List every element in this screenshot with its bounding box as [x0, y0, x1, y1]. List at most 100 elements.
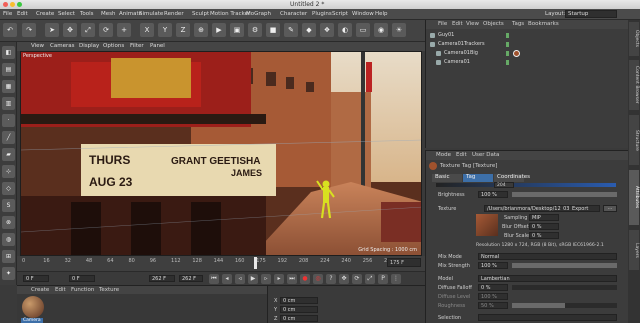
attribute-menu-edit[interactable]: Edit: [456, 152, 467, 158]
right-tab-structure[interactable]: Structure: [629, 115, 639, 165]
texture-preview[interactable]: [476, 214, 498, 236]
viewport[interactable]: THURS AUG 23 GRANT GEETISHA JAMES Perspe…: [20, 51, 422, 256]
close-window-button[interactable]: [3, 2, 8, 7]
visibility-dots-icon[interactable]: [506, 42, 509, 47]
viewport-menu-options[interactable]: Options: [103, 43, 124, 49]
start-frame-field[interactable]: 0 F: [23, 275, 49, 282]
minimize-window-button[interactable]: [10, 2, 15, 7]
menu-file[interactable]: File: [3, 11, 12, 17]
right-tab-layers[interactable]: Layers: [629, 230, 639, 270]
object-name[interactable]: Guy01: [438, 32, 454, 38]
z-axis-icon[interactable]: Z: [176, 23, 190, 37]
zoom-window-button[interactable]: [17, 2, 22, 7]
attribute-menu-mode[interactable]: Mode: [436, 152, 451, 158]
tab-basic[interactable]: Basic: [432, 174, 462, 182]
frame-slider-value[interactable]: 204: [494, 182, 514, 188]
rotate-icon[interactable]: ⟳: [99, 23, 113, 37]
move-icon[interactable]: ✥: [63, 23, 77, 37]
array-icon[interactable]: ❖: [320, 23, 334, 37]
selection-field[interactable]: [478, 314, 617, 321]
menu-tools[interactable]: Tools: [80, 11, 94, 17]
axis-icon[interactable]: ⊹: [2, 165, 15, 178]
object-menu-file[interactable]: File: [438, 21, 447, 27]
menu-motion-tracker[interactable]: Motion Tracker: [210, 11, 250, 17]
menu-plugins[interactable]: Plugins: [312, 11, 332, 17]
go-to-end-icon[interactable]: ⏭: [287, 274, 297, 284]
object-name[interactable]: Camera01Trackers: [438, 41, 485, 47]
tab-tag[interactable]: Tag: [463, 174, 493, 182]
viewport-menu-cameras[interactable]: Cameras: [50, 43, 74, 49]
material-thumbnail[interactable]: [22, 296, 44, 318]
camera-icon[interactable]: ◉: [374, 23, 388, 37]
menu-mograph[interactable]: MoGraph: [246, 11, 271, 17]
recent-icon[interactable]: +: [117, 23, 131, 37]
polygons-mode-icon[interactable]: ▰: [2, 148, 15, 161]
roughness-field[interactable]: 50 %: [478, 302, 508, 309]
object-list-item[interactable]: Guy01: [426, 32, 629, 40]
current-frame-field[interactable]: 175 F: [387, 258, 421, 267]
mix-strength-slider[interactable]: [512, 263, 617, 268]
right-tab-attributes[interactable]: Attributes: [629, 170, 639, 225]
viewport-menu-filter[interactable]: Filter: [130, 43, 144, 49]
model-dropdown[interactable]: Lambertian: [478, 275, 617, 282]
frame-slider-track[interactable]: [436, 183, 616, 187]
undo-icon[interactable]: ↶: [3, 23, 17, 37]
workplane-lock-icon[interactable]: ⊗: [2, 216, 15, 229]
cube-icon[interactable]: ■: [266, 23, 280, 37]
object-menu-view[interactable]: View: [466, 21, 479, 27]
previous-frame-icon[interactable]: ◃: [235, 274, 245, 284]
y-axis-icon[interactable]: Y: [158, 23, 172, 37]
light-icon[interactable]: ☀: [392, 23, 406, 37]
object-list-item[interactable]: Camera01: [426, 59, 629, 67]
coord-x-field[interactable]: 0 cm: [280, 297, 318, 304]
visibility-dots-icon[interactable]: [506, 33, 509, 38]
object-menu-bookmarks[interactable]: Bookmarks: [528, 21, 559, 27]
object-menu-objects[interactable]: Objects: [483, 21, 504, 27]
diffuse-level-field[interactable]: 100 %: [478, 293, 508, 300]
parameter-key-icon[interactable]: P: [378, 274, 388, 284]
tweak-icon[interactable]: ◇: [2, 182, 15, 195]
layout-dropdown[interactable]: Startup: [565, 10, 617, 18]
material-menu-edit[interactable]: Edit: [55, 287, 66, 293]
menu-sculpt[interactable]: Sculpt: [192, 11, 209, 17]
brightness-slider[interactable]: [512, 192, 617, 197]
object-menu-edit[interactable]: Edit: [452, 21, 463, 27]
mix-strength-field[interactable]: 100 %: [478, 262, 508, 269]
model-mode-icon[interactable]: ▤: [2, 63, 15, 76]
menu-help[interactable]: Help: [375, 11, 388, 17]
mix-mode-dropdown[interactable]: Normal: [478, 253, 617, 260]
scale-key-icon[interactable]: ⤢: [365, 274, 375, 284]
previous-key-icon[interactable]: ◂: [222, 274, 232, 284]
texture-mode-icon[interactable]: ▦: [2, 80, 15, 93]
position-key-icon[interactable]: ✥: [339, 274, 349, 284]
texture-path-field[interactable]: /Users/brianmora/Desktop/12_03_Export: [484, 205, 600, 212]
diffuse-falloff-slider[interactable]: [512, 285, 617, 290]
lock-icon[interactable]: ◍: [2, 233, 15, 246]
deformer-icon[interactable]: ◐: [338, 23, 352, 37]
max-frame-field[interactable]: 262 F: [149, 275, 175, 282]
roughness-slider[interactable]: [512, 303, 617, 308]
sampling-dropdown[interactable]: MIP: [529, 214, 559, 221]
rotation-key-icon[interactable]: ⟳: [352, 274, 362, 284]
grid-icon[interactable]: ⊞: [2, 250, 15, 263]
right-tab-objects[interactable]: Objects: [629, 22, 639, 56]
subdivision-icon[interactable]: ◆: [302, 23, 316, 37]
edges-mode-icon[interactable]: ╱: [2, 131, 15, 144]
next-key-icon[interactable]: ▸: [274, 274, 284, 284]
redo-icon[interactable]: ↷: [22, 23, 36, 37]
spline-pen-icon[interactable]: ✎: [284, 23, 298, 37]
visibility-dots-icon[interactable]: [506, 51, 509, 56]
play-icon[interactable]: ▶: [248, 274, 258, 284]
end-frame-field[interactable]: 262 F: [179, 275, 203, 282]
attribute-menu-user-data[interactable]: User Data: [472, 152, 499, 158]
material-name[interactable]: Camera: [21, 318, 43, 323]
menu-select[interactable]: Select: [58, 11, 75, 17]
record-icon[interactable]: ●: [300, 274, 310, 284]
viewport-menu-view[interactable]: View: [31, 43, 44, 49]
render-view-icon[interactable]: ▶: [212, 23, 226, 37]
object-name[interactable]: Camera01Big: [444, 50, 478, 56]
points-mode-icon[interactable]: ·: [2, 114, 15, 127]
menu-script[interactable]: Script: [332, 11, 348, 17]
point-level-icon[interactable]: ⋮: [391, 274, 401, 284]
menu-simulate[interactable]: Simulate: [139, 11, 163, 17]
